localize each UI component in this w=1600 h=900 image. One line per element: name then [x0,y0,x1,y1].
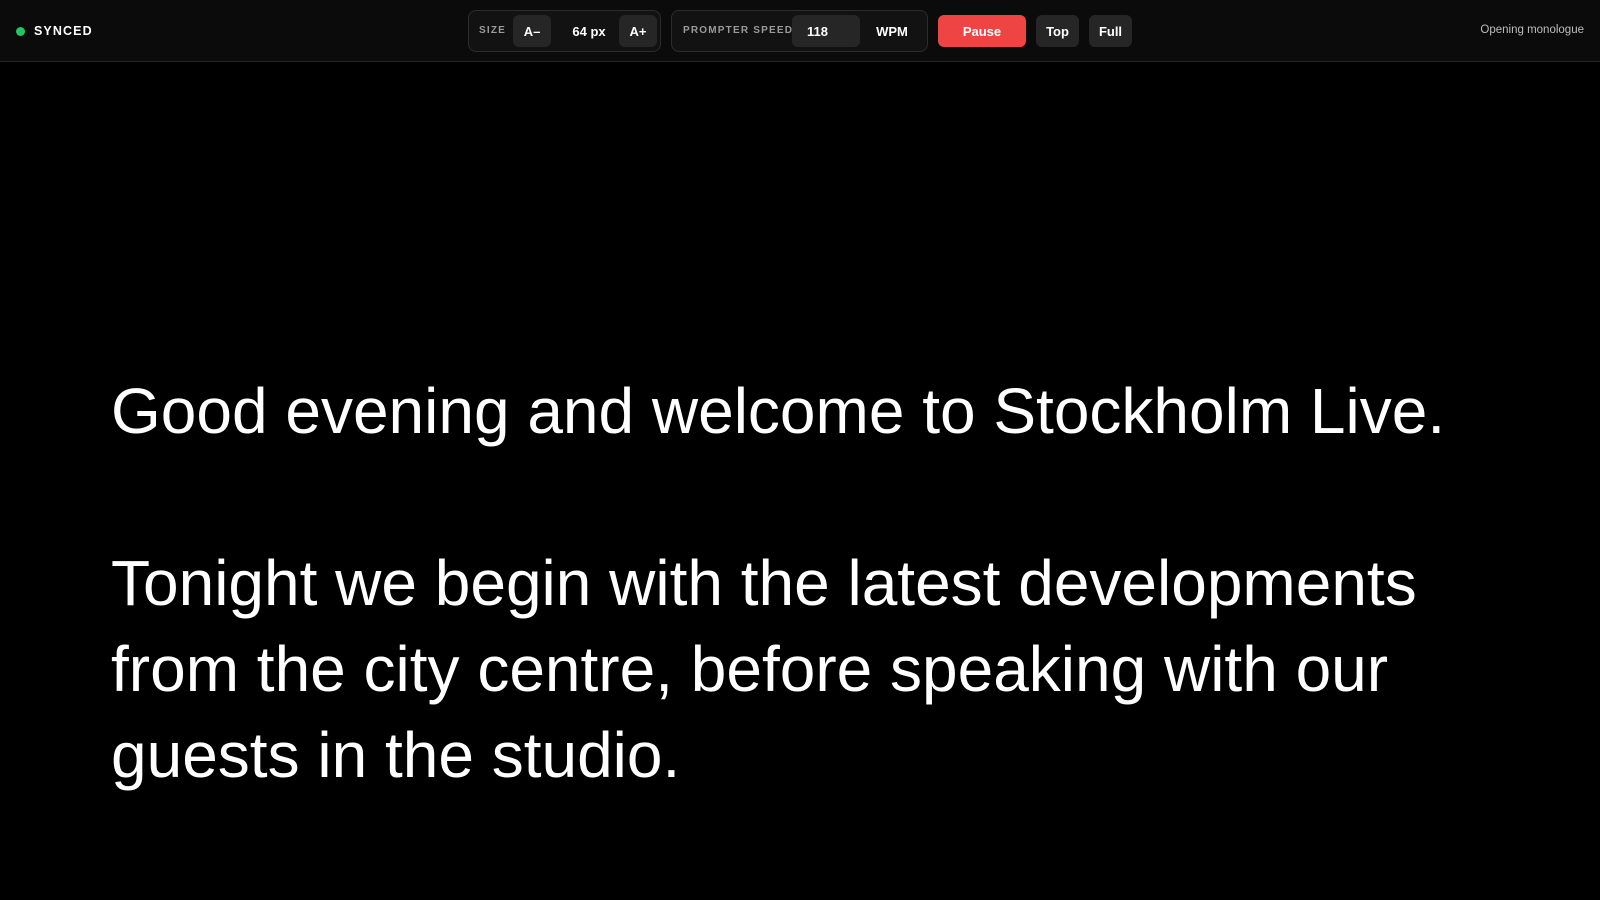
speed-unit-label: WPM [876,23,908,39]
script-title: Opening monologue [1480,24,1584,36]
script-paragraph: Tonight we begin with the latest develop… [111,547,1417,791]
fullscreen-button[interactable]: Full [1089,15,1132,47]
font-size-value: 64 px [572,23,606,39]
script-paragraph: Good evening and welcome to Stockholm Li… [111,375,1446,447]
speed-control-group: PROMPTER SPEED WPM [671,10,928,52]
size-control-group: SIZE A– 64 px A+ [468,10,661,52]
scroll-to-top-button[interactable]: Top [1036,15,1079,47]
increase-font-size-button[interactable]: A+ [619,15,657,47]
prompter-script-area: Good evening and welcome to Stockholm Li… [111,368,1531,798]
size-label: SIZE [479,25,507,36]
prompter-toolbar: SYNCED SIZE A– 64 px A+ PROMPTER SPEED W… [0,0,1600,62]
prompter-speed-input[interactable] [792,15,860,47]
pause-button[interactable]: Pause [938,15,1026,47]
sync-status: SYNCED [16,22,93,40]
prompter-speed-label: PROMPTER SPEED [683,25,794,36]
decrease-font-size-button[interactable]: A– [513,15,551,47]
sync-status-label: SYNCED [34,24,93,38]
sync-status-dot-icon [16,26,25,36]
